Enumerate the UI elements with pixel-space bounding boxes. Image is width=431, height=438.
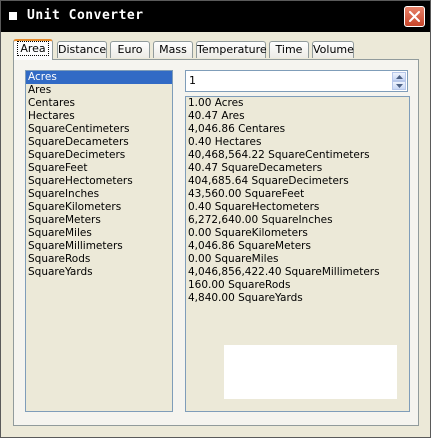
result-line: 4,046.86 Centares	[188, 123, 286, 135]
unit-list-item[interactable]: SquareMiles	[26, 227, 172, 240]
tab-temperature[interactable]: Temperature	[196, 41, 267, 58]
unit-list-item[interactable]: Centares	[26, 97, 172, 110]
unit-list-item[interactable]: Hectares	[26, 110, 172, 123]
unit-list-item[interactable]: Acres	[26, 71, 172, 84]
result-line: 40.47 Ares	[188, 110, 245, 122]
unit-list-item[interactable]: SquareKilometers	[26, 201, 172, 214]
result-line: 1.00 Acres	[188, 97, 244, 109]
blank-area	[224, 345, 397, 399]
result-line: 40.47 SquareDecameters	[188, 162, 323, 174]
unit-list-item[interactable]: SquareMeters	[26, 214, 172, 227]
unit-list-item[interactable]: SquareDecimeters	[26, 149, 172, 162]
result-line: 4,046.86 SquareMeters	[188, 240, 311, 252]
quantity-spinner[interactable]: 1	[185, 70, 408, 92]
unit-list-item[interactable]: SquareFeet	[26, 162, 172, 175]
tab-area[interactable]: Area	[13, 39, 53, 60]
spin-up-button[interactable]	[392, 72, 406, 81]
result-line: 0.00 SquareKilometers	[188, 227, 308, 239]
title-bar[interactable]: Unit Converter	[1, 1, 430, 32]
window-title: Unit Converter	[27, 8, 144, 23]
result-line: 160.00 SquareRods	[188, 279, 291, 291]
close-icon	[409, 11, 420, 22]
tab-temperature-label: Temperature	[197, 43, 267, 56]
unit-list-item[interactable]: SquareHectometers	[26, 175, 172, 188]
tab-distance[interactable]: Distance	[57, 41, 107, 58]
area-tab-panel: Acres Ares Centares Hectares SquareCenti…	[13, 59, 419, 426]
tab-area-label: Area	[17, 41, 49, 56]
quantity-input[interactable]: 1	[189, 74, 196, 88]
tab-time-label: Time	[275, 43, 303, 56]
tab-volume[interactable]: Volume	[312, 41, 354, 58]
tab-time[interactable]: Time	[269, 41, 309, 58]
tab-mass[interactable]: Mass	[153, 41, 193, 58]
close-button[interactable]	[404, 6, 425, 27]
result-line: 6,272,640.00 SquareInches	[188, 214, 333, 226]
unit-list-item[interactable]: SquareMillimeters	[26, 240, 172, 253]
unit-converter-window: Unit Converter Area Distance Euro Mass T…	[0, 0, 431, 438]
result-line: 40,468,564.22 SquareCentimeters	[188, 149, 370, 161]
unit-list-item[interactable]: SquareDecameters	[26, 136, 172, 149]
unit-list-item[interactable]: SquareRods	[26, 253, 172, 266]
result-line: 43,560.00 SquareFeet	[188, 188, 305, 200]
app-icon	[9, 12, 17, 20]
tab-euro[interactable]: Euro	[110, 41, 150, 58]
unit-list-item[interactable]: SquareCentimeters	[26, 123, 172, 136]
conversion-results: 1.00 Acres 40.47 Ares 4,046.86 Centares …	[185, 96, 410, 412]
spin-down-icon	[396, 84, 403, 88]
unit-list-item[interactable]: SquareInches	[26, 188, 172, 201]
unit-list-item[interactable]: SquareYards	[26, 266, 172, 279]
tab-euro-label: Euro	[117, 43, 143, 56]
result-line: 0.40 Hectares	[188, 136, 262, 148]
spin-down-button[interactable]	[392, 81, 406, 90]
result-line: 4,046,856,422.40 SquareMillimeters	[188, 266, 380, 278]
unit-list-item[interactable]: Ares	[26, 84, 172, 97]
tab-mass-label: Mass	[159, 43, 187, 56]
tab-volume-label: Volume	[313, 43, 354, 56]
unit-list[interactable]: Acres Ares Centares Hectares SquareCenti…	[25, 70, 173, 412]
tab-distance-label: Distance	[58, 43, 107, 56]
spin-up-icon	[396, 75, 403, 79]
result-line: 0.40 SquareHectometers	[188, 201, 320, 213]
result-line: 4,840.00 SquareYards	[188, 292, 303, 304]
result-line: 0.00 SquareMiles	[188, 253, 279, 265]
result-line: 404,685.64 SquareDecimeters	[188, 175, 349, 187]
spinner-arrows	[392, 72, 406, 90]
